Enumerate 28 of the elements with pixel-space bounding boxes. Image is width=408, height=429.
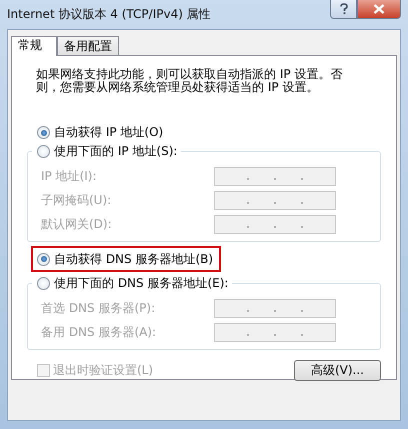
ip-address-field[interactable] xyxy=(214,190,336,210)
tab[interactable]: 常规 xyxy=(11,36,57,56)
help-icon xyxy=(338,3,348,15)
advanced-button[interactable]: 高级(V)... xyxy=(294,360,381,381)
window-title: Internet 协议版本 4 (TCP/IPv4) 属性 xyxy=(7,6,211,23)
field-label: IP 地址(I): xyxy=(41,168,97,184)
ip-address-field[interactable] xyxy=(214,214,336,234)
radio-label: 自动获得 IP 地址(O) xyxy=(54,124,164,141)
help-button[interactable] xyxy=(330,0,357,19)
checkbox-label: 退出时验证设置(L) xyxy=(53,362,154,379)
description-text: 如果网络支持此功能，则可以获取自动指派的 IP 设置。否则，您需要从网络系统管理员处获得适当的 IP 设置。 xyxy=(35,68,344,94)
ip-address-field[interactable] xyxy=(214,322,336,342)
close-button[interactable] xyxy=(357,0,401,19)
radio-button[interactable] xyxy=(37,126,50,139)
radio-button[interactable] xyxy=(37,145,50,158)
radio-button[interactable] xyxy=(37,277,50,290)
radio-label: 使用下面的 IP 地址(S): xyxy=(54,143,178,160)
field-label: 子网掩码(U): xyxy=(41,192,112,208)
close-icon xyxy=(373,4,385,14)
field-label: 备用 DNS 服务器(A): xyxy=(41,324,156,340)
ip-address-field[interactable] xyxy=(214,166,336,186)
ip-address-field[interactable] xyxy=(214,298,336,318)
radio-label: 使用下面的 DNS 服务器地址(E): xyxy=(54,275,228,292)
tab[interactable]: 备用配置 xyxy=(57,36,119,55)
radio-label: 自动获得 DNS 服务器地址(B) xyxy=(54,250,214,268)
radio-button[interactable] xyxy=(37,252,50,266)
field-label: 默认网关(D): xyxy=(41,216,112,232)
field-label: 首选 DNS 服务器(P): xyxy=(41,300,156,316)
